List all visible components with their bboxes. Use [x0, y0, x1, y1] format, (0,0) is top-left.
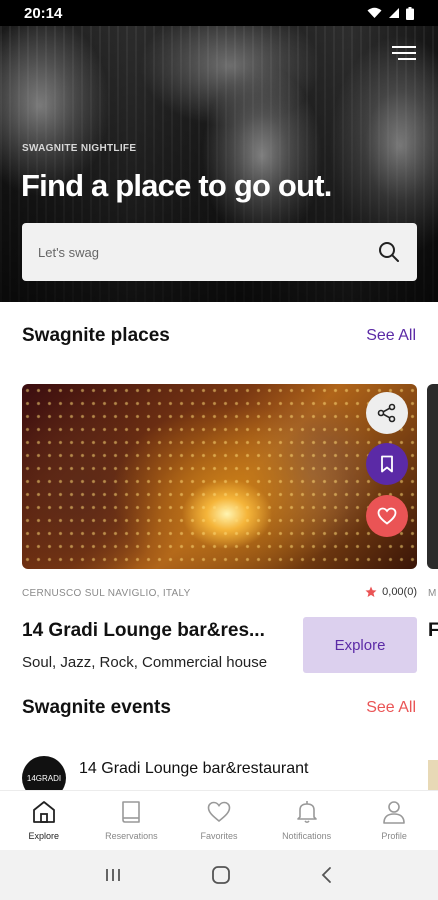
nav-explore-label: Explore	[28, 831, 60, 841]
explore-button[interactable]: Explore	[303, 617, 417, 673]
nav-reservations[interactable]: Reservations	[88, 791, 176, 850]
hero-title: Find a place to go out.	[21, 168, 332, 203]
bookmark-button[interactable]	[366, 443, 408, 485]
wifi-icon	[367, 7, 382, 18]
next-event-peek	[428, 760, 438, 790]
bottom-navigation: Explore Reservations Favorites Notificat…	[0, 790, 438, 850]
home-icon	[32, 801, 55, 823]
home-button-icon[interactable]	[211, 865, 231, 885]
nav-profile-label: Profile	[381, 831, 407, 841]
place-genres: Soul, Jazz, Rock, Commercial house	[22, 654, 268, 671]
status-bar: 20:14	[0, 0, 438, 26]
events-see-all-link[interactable]: See All	[366, 699, 416, 717]
nav-notifications[interactable]: Notifications	[263, 791, 351, 850]
battery-icon	[406, 6, 414, 20]
status-time: 20:14	[24, 4, 63, 22]
search-input[interactable]	[38, 244, 377, 260]
recent-apps-icon[interactable]	[104, 867, 122, 883]
next-place-location: M	[428, 588, 437, 599]
places-section-title: Swagnite places	[22, 325, 170, 346]
back-icon[interactable]	[320, 866, 334, 884]
events-section-title: Swagnite events	[22, 697, 171, 718]
book-icon	[122, 801, 141, 823]
nav-explore[interactable]: Explore	[0, 791, 88, 850]
favorite-button[interactable]	[366, 495, 408, 537]
bookmark-icon	[381, 455, 393, 473]
place-rating: 0,00(0)	[365, 586, 417, 598]
search-bar	[22, 223, 417, 281]
share-button[interactable]	[366, 392, 408, 434]
menu-icon[interactable]	[392, 46, 416, 66]
nav-favorites-label: Favorites	[200, 831, 238, 841]
place-card-image[interactable]	[22, 384, 417, 569]
heart-icon	[377, 507, 397, 525]
rating-value: 0,00(0)	[382, 586, 417, 598]
hero-banner: SWAGNITE NIGHTLIFE Find a place to go ou…	[0, 26, 438, 302]
next-place-card-image[interactable]	[427, 384, 438, 569]
star-icon	[365, 586, 377, 597]
next-place-name[interactable]: F	[428, 620, 438, 642]
signal-icon	[389, 8, 399, 18]
search-icon[interactable]	[377, 240, 401, 264]
event-avatar-logo: 14GRADI	[26, 773, 62, 783]
nav-favorites[interactable]: Favorites	[175, 791, 263, 850]
bell-icon	[296, 801, 317, 824]
profile-icon	[383, 801, 405, 824]
system-navigation-bar	[0, 850, 438, 900]
place-location: CERNUSCO SUL NAVIGLIO, ITALY	[22, 588, 191, 599]
nav-notifications-label: Notifications	[282, 831, 332, 841]
heart-icon	[207, 801, 231, 823]
app-screen: 20:14 SWAGNITE NIGHTLIFE Find a place to…	[0, 0, 438, 900]
share-icon	[377, 403, 396, 423]
nav-profile[interactable]: Profile	[350, 791, 438, 850]
places-see-all-link[interactable]: See All	[366, 327, 416, 345]
place-name[interactable]: 14 Gradi Lounge bar&res...	[22, 620, 265, 642]
nav-reservations-label: Reservations	[105, 831, 158, 841]
event-venue-name[interactable]: 14 Gradi Lounge bar&restaurant	[79, 760, 308, 778]
status-icons	[367, 6, 414, 20]
hero-eyebrow: SWAGNITE NIGHTLIFE	[22, 143, 137, 154]
